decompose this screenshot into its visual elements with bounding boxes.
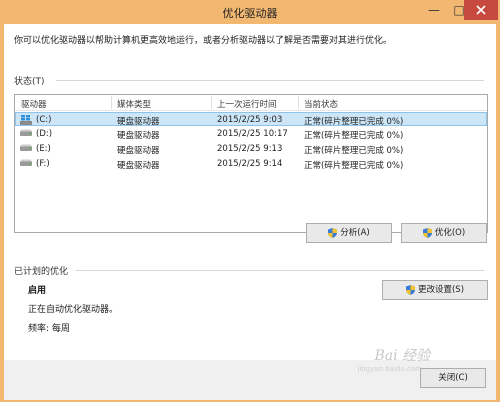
media-type: 硬盘驱动器	[117, 131, 160, 141]
table-row[interactable]: (E:) 硬盘驱动器 2015/2/25 9:13 正常(碎片整理已完成 0%)	[16, 142, 486, 156]
current-status: 正常(碎片整理已完成 0%)	[304, 131, 404, 141]
schedule-state: 启用	[28, 286, 47, 296]
current-status: 正常(碎片整理已完成 0%)	[304, 146, 404, 156]
hard-drive-icon	[20, 159, 32, 166]
intro-text: 你可以优化驱动器以帮助计算机更高效地运行，或者分析驱动器以了解是否需要对其进行优…	[14, 36, 393, 46]
drive-name: (D:)	[36, 129, 53, 139]
table-row[interactable]: (F:) 硬盘驱动器 2015/2/25 9:14 正常(碎片整理已完成 0%)	[16, 157, 486, 171]
last-run-time: 2015/2/25 9:03	[217, 115, 283, 125]
close-icon	[476, 5, 486, 15]
drive-name: (C:)	[36, 115, 52, 125]
last-run-time: 2015/2/25 9:14	[217, 159, 283, 169]
change-settings-button[interactable]: 更改设置(S)	[382, 280, 488, 300]
shield-icon	[422, 227, 432, 238]
minimize-icon: —	[428, 3, 440, 17]
table-row[interactable]: (D:) 硬盘驱动器 2015/2/25 10:17 正常(碎片整理已完成 0%…	[16, 127, 486, 141]
close-window-button[interactable]	[464, 0, 498, 20]
change-settings-label: 更改设置(S)	[417, 285, 465, 295]
media-type: 硬盘驱动器	[117, 146, 160, 156]
maximize-icon: □	[453, 3, 465, 17]
shield-icon	[328, 227, 338, 238]
schedule-description: 正在自动优化驱动器。	[28, 305, 119, 315]
dialog-body: 你可以优化驱动器以帮助计算机更高效地运行，或者分析驱动器以了解是否需要对其进行优…	[4, 24, 496, 398]
watermark-url: jingyan.baidu.com	[357, 365, 422, 373]
windows-drive-icon	[20, 115, 32, 125]
analyze-button[interactable]: 分析(A)	[306, 223, 392, 243]
drive-name: (F:)	[36, 159, 50, 169]
scheduled-section-label: 已计划的优化	[14, 267, 69, 277]
schedule-frequency: 频率: 每周	[28, 324, 70, 334]
media-type: 硬盘驱动器	[117, 117, 160, 127]
close-button[interactable]: 关闭(C)	[420, 368, 486, 388]
list-header: 驱动器 媒体类型 上一次运行时间 当前状态	[15, 95, 487, 111]
optimize-label: 优化(O)	[434, 228, 466, 238]
column-separator	[111, 96, 112, 109]
current-status: 正常(碎片整理已完成 0%)	[304, 117, 404, 127]
hard-drive-icon	[20, 144, 32, 151]
column-separator	[298, 96, 299, 109]
shield-icon	[405, 284, 415, 295]
drive-name: (E:)	[36, 144, 51, 154]
column-header-media[interactable]: 媒体类型	[117, 98, 151, 110]
status-divider	[56, 80, 484, 81]
last-run-time: 2015/2/25 9:13	[217, 144, 283, 154]
hard-drive-icon	[20, 129, 32, 136]
table-row[interactable]: (C:) 硬盘驱动器 2015/2/25 9:03 正常(碎片整理已完成 0%)	[15, 112, 487, 127]
close-label: 关闭(C)	[438, 373, 468, 383]
media-type: 硬盘驱动器	[117, 161, 160, 171]
title-bar: 优化驱动器 — □	[0, 0, 500, 24]
minimize-button[interactable]: —	[420, 0, 448, 20]
status-section-label: 状态(T)	[14, 77, 45, 87]
column-header-status[interactable]: 当前状态	[304, 98, 338, 110]
column-header-last-run[interactable]: 上一次运行时间	[217, 98, 277, 110]
drive-list[interactable]: 驱动器 媒体类型 上一次运行时间 当前状态 (C:) 硬盘驱动器 2015/2/…	[14, 94, 488, 233]
watermark-logo: Bai 经验	[374, 348, 430, 364]
optimize-button[interactable]: 优化(O)	[401, 223, 487, 243]
analyze-label: 分析(A)	[340, 228, 370, 238]
current-status: 正常(碎片整理已完成 0%)	[304, 161, 404, 171]
column-separator	[211, 96, 212, 109]
last-run-time: 2015/2/25 10:17	[217, 129, 288, 139]
scheduled-divider	[76, 270, 484, 271]
column-header-drive[interactable]: 驱动器	[21, 98, 47, 110]
